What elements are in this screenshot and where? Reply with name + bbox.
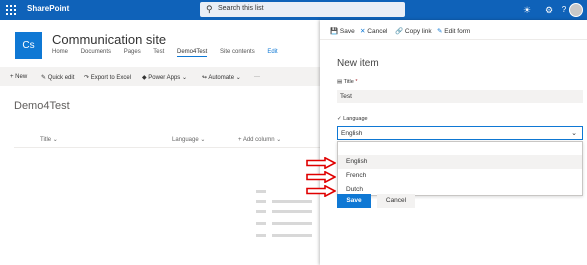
- app-launcher-icon[interactable]: [6, 5, 16, 15]
- panel-heading: New item: [337, 58, 379, 69]
- column-divider: [14, 147, 320, 148]
- search-placeholder: Search this list: [218, 5, 264, 12]
- nav-site-contents[interactable]: Site contents: [220, 49, 255, 55]
- title-input[interactable]: Test: [337, 90, 583, 103]
- nav-demo4test[interactable]: Demo4Test: [176, 49, 208, 57]
- copy-link-command[interactable]: 🔗 Copy link: [395, 27, 432, 35]
- brand-label[interactable]: SharePoint: [27, 4, 69, 13]
- option-french[interactable]: French: [338, 169, 582, 183]
- list-view: Demo4Test Title ⌄ Language ⌄ + Add colum…: [0, 86, 320, 265]
- site-nav: Home Documents Pages Test Demo4Test Site…: [52, 49, 289, 57]
- power-apps-command[interactable]: ◆ Power Apps ⌄: [142, 74, 187, 81]
- nav-documents[interactable]: Documents: [81, 49, 111, 55]
- nav-pages[interactable]: Pages: [124, 49, 141, 55]
- notifications-icon[interactable]: ☀: [521, 4, 533, 16]
- search-icon: ⚲: [206, 4, 213, 14]
- text-field-icon: ▤: [337, 79, 343, 85]
- panel-command-bar: 💾 Save ✕ Cancel 🔗 Copy link ✎ Edit form: [320, 20, 587, 40]
- chevron-down-icon: ⌄: [571, 130, 577, 137]
- new-command[interactable]: + New: [10, 74, 27, 80]
- site-header: Cs Communication site Home Documents Pag…: [0, 20, 320, 67]
- arrow-french: [306, 171, 336, 183]
- list-title: Demo4Test: [14, 100, 70, 112]
- settings-icon[interactable]: ⚙: [543, 4, 555, 16]
- required-marker: *: [355, 79, 358, 85]
- search-box[interactable]: ⚲ Search this list: [200, 2, 405, 17]
- avatar[interactable]: [569, 3, 583, 17]
- nav-test[interactable]: Test: [153, 49, 164, 55]
- list-command-bar: + New ✎ Quick edit ↷ Export to Excel ◆ P…: [0, 70, 320, 85]
- export-excel-command[interactable]: ↷ Export to Excel: [84, 74, 131, 81]
- site-logo[interactable]: Cs: [15, 32, 42, 59]
- language-options-menu: English French Dutch: [337, 141, 583, 196]
- automate-command[interactable]: ↬ Automate ⌄: [202, 74, 241, 81]
- cancel-button[interactable]: Cancel: [377, 194, 415, 208]
- quick-edit-command[interactable]: ✎ Quick edit: [41, 74, 74, 81]
- column-language[interactable]: Language ⌄: [172, 136, 205, 143]
- arrow-english: [306, 157, 336, 169]
- site-title[interactable]: Communication site: [52, 32, 166, 47]
- suite-bar: SharePoint ⚲ Search this list ☀ ⚙ ?: [0, 0, 587, 20]
- new-item-panel: 💾 Save ✕ Cancel 🔗 Copy link ✎ Edit form …: [320, 20, 587, 265]
- title-field-label: ▤ Title *: [337, 79, 358, 85]
- panel-cancel-command[interactable]: ✕ Cancel: [360, 27, 388, 35]
- panel-save-command[interactable]: 💾 Save: [330, 27, 355, 35]
- save-button[interactable]: Save: [337, 194, 371, 208]
- option-dutch[interactable]: Dutch: [338, 183, 582, 197]
- edit-form-command[interactable]: ✎ Edit form: [437, 27, 470, 35]
- arrow-dutch: [306, 185, 336, 197]
- more-commands[interactable]: ···: [254, 74, 260, 80]
- nav-home[interactable]: Home: [52, 49, 68, 55]
- option-english[interactable]: English: [338, 155, 582, 169]
- choice-icon: ✓: [337, 116, 342, 122]
- column-title[interactable]: Title ⌄: [40, 136, 58, 143]
- add-column[interactable]: + Add column ⌄: [238, 136, 281, 143]
- nav-edit[interactable]: Edit: [267, 49, 277, 55]
- language-selected-value: English: [341, 130, 363, 137]
- language-field-label: ✓ Language: [337, 116, 368, 122]
- language-dropdown[interactable]: English ⌄: [337, 126, 583, 140]
